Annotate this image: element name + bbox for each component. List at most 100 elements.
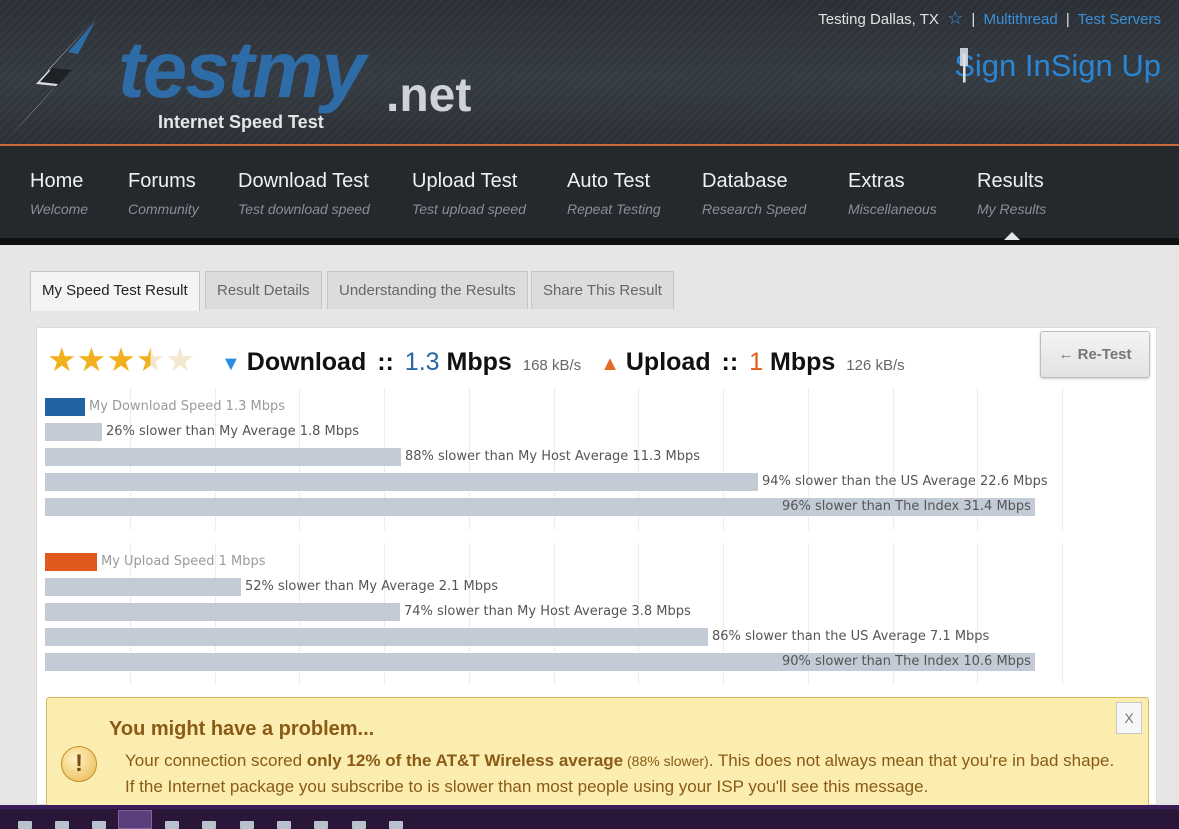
upload-bar-label: 90% slower than The Index 10.6 Mbps (782, 654, 1031, 669)
main-nav: Home Welcome Forums Community Download T… (0, 146, 1179, 238)
tab-understanding-results[interactable]: Understanding the Results (327, 271, 528, 309)
upload-value: 1 (749, 348, 764, 376)
taskbar-app-icon[interactable] (92, 821, 106, 829)
multithread-link[interactable]: Multithread (983, 11, 1057, 28)
taskbar-app-icon[interactable] (314, 821, 328, 829)
taskbar-app-icon[interactable] (165, 821, 179, 829)
upload-my-speed-bar (45, 553, 97, 571)
divider: | (960, 48, 969, 83)
nav-title: Results (977, 170, 1044, 192)
upload-bar-label: 52% slower than My Average 2.1 Mbps (245, 579, 499, 594)
retest-button[interactable]: ← Re-Test (1040, 331, 1150, 378)
nav-item-extras[interactable]: Extras Miscellaneous (848, 170, 937, 217)
active-nav-pointer (1004, 232, 1020, 240)
download-my-speed-bar (45, 398, 85, 416)
download-row: 26% slower than My Average 1.8 Mbps (45, 423, 1147, 441)
nav-item-results[interactable]: Results My Results (977, 170, 1046, 217)
warning-icon: ! (61, 746, 97, 782)
rating-stars: ★★★★★ (47, 343, 195, 376)
alert-text-bold: only 12% of the AT&T Wireless average (306, 751, 624, 770)
alert-title: You might have a problem... (109, 718, 375, 740)
tab-my-speed-test-result[interactable]: My Speed Test Result (30, 271, 200, 311)
taskbar-app-icon[interactable] (18, 821, 32, 829)
download-row: 88% slower than My Host Average 11.3 Mbp… (45, 448, 1147, 466)
separator: :: (377, 348, 394, 376)
taskbar-app-icon[interactable] (202, 821, 216, 829)
nav-subtitle: Welcome (30, 201, 89, 217)
nav-title: Database (702, 170, 788, 192)
test-location: Testing Dallas, TX (818, 11, 939, 28)
nav-title: Extras (848, 170, 905, 192)
taskbar-app-icon[interactable] (352, 821, 366, 829)
upload-row: 90% slower than The Index 10.6 Mbps (45, 653, 1147, 671)
taskbar-app-icon[interactable] (277, 821, 291, 829)
download-row: 94% slower than the US Average 22.6 Mbps (45, 473, 1147, 491)
alert-text-part: Your connection scored (125, 751, 307, 770)
site-header: testmy .net Internet Speed Test Testing … (0, 0, 1179, 146)
download-arrow-icon: ▼ (221, 353, 241, 375)
upload-arrow-icon: ▲ (600, 353, 620, 375)
star-half-icon: ★ (135, 341, 166, 378)
star-empty-icon: ★ (165, 341, 195, 378)
sign-in-link[interactable]: Sign In (954, 48, 1051, 83)
download-bar-label: 88% slower than My Host Average 11.3 Mbp… (405, 449, 701, 464)
download-label: Download (246, 348, 367, 376)
bolt-logo-icon (10, 16, 98, 136)
logo-text: testmy (118, 25, 366, 114)
taskbar-active-app[interactable] (118, 810, 152, 829)
upload-unit: Mbps (770, 348, 836, 376)
star-full-icon: ★ (76, 341, 107, 378)
nav-subtitle: Research Speed (702, 201, 807, 217)
download-comparison-bar (45, 473, 758, 491)
nav-subtitle: My Results (977, 201, 1047, 217)
nav-subtitle: Miscellaneous (848, 201, 937, 217)
download-comparison-bar (45, 423, 102, 441)
download-unit: Mbps (446, 348, 512, 376)
nav-title: Download Test (238, 170, 369, 192)
nav-bottom-border (0, 238, 1179, 245)
download-row: My Download Speed 1.3 Mbps (45, 398, 1147, 416)
taskbar-app-icon[interactable] (55, 821, 69, 829)
nav-title: Home (30, 170, 84, 192)
download-bar-label: 96% slower than The Index 31.4 Mbps (782, 499, 1031, 514)
taskbar-app-icon[interactable] (240, 821, 254, 829)
alert-text-small: (88% slower) (623, 753, 709, 769)
taskbar-app-icon[interactable] (389, 821, 403, 829)
sign-up-link[interactable]: Sign Up (1051, 48, 1161, 83)
top-links: Testing Dallas, TX ☆ | Multithread | Tes… (818, 8, 1161, 29)
download-value: 1.3 (404, 348, 440, 376)
nav-item-forums[interactable]: Forums Community (128, 170, 199, 217)
upload-bar-label: 74% slower than My Host Average 3.8 Mbps (404, 604, 691, 619)
nav-item-upload-test[interactable]: Upload Test Test upload speed (412, 170, 526, 217)
upload-label: Upload (625, 348, 711, 376)
nav-item-database[interactable]: Database Research Speed (702, 170, 806, 217)
nav-item-download-test[interactable]: Download Test Test download speed (238, 170, 370, 217)
nav-subtitle: Community (128, 201, 199, 217)
download-comparison-bar (45, 448, 401, 466)
site-logo[interactable]: testmy .net Internet Speed Test (8, 12, 488, 138)
alert-close-button[interactable]: X (1116, 702, 1142, 734)
star-full-icon: ★ (106, 341, 136, 378)
tab-result-details[interactable]: Result Details (205, 271, 322, 309)
upload-row: 74% slower than My Host Average 3.8 Mbps (45, 603, 1147, 621)
alert-message: Your connection scored only 12% of the A… (125, 748, 1115, 800)
test-servers-link[interactable]: Test Servers (1078, 11, 1161, 28)
nav-title: Forums (128, 170, 196, 192)
nav-item-auto-test[interactable]: Auto Test Repeat Testing (567, 170, 661, 217)
separator: :: (721, 348, 739, 376)
upload-kbs: 126 kB/s (846, 357, 905, 374)
auth-links: Sign In | Sign Up (954, 48, 1161, 84)
speed-summary: ▼ Download :: 1.3 Mbps 168 kB/s ▲ Upload :… (221, 348, 917, 377)
upload-comparison-bar (45, 603, 400, 621)
download-row: 96% slower than The Index 31.4 Mbps (45, 498, 1147, 516)
upload-comparison-bar (45, 628, 708, 646)
upload-row: My Upload Speed 1 Mbps (45, 553, 1147, 571)
star-outline-icon[interactable]: ☆ (947, 8, 963, 28)
nav-subtitle: Test download speed (238, 201, 370, 217)
problem-alert: You might have a problem... ! Your conne… (46, 697, 1149, 817)
result-panel: ★★★★★ ▼ Download :: 1.3 Mbps 168 kB/s ▲ Up… (36, 327, 1157, 817)
nav-title: Auto Test (567, 170, 651, 192)
nav-item-home[interactable]: Home Welcome (30, 170, 88, 217)
divider: | (971, 11, 976, 28)
tab-share-result[interactable]: Share This Result (531, 271, 674, 309)
